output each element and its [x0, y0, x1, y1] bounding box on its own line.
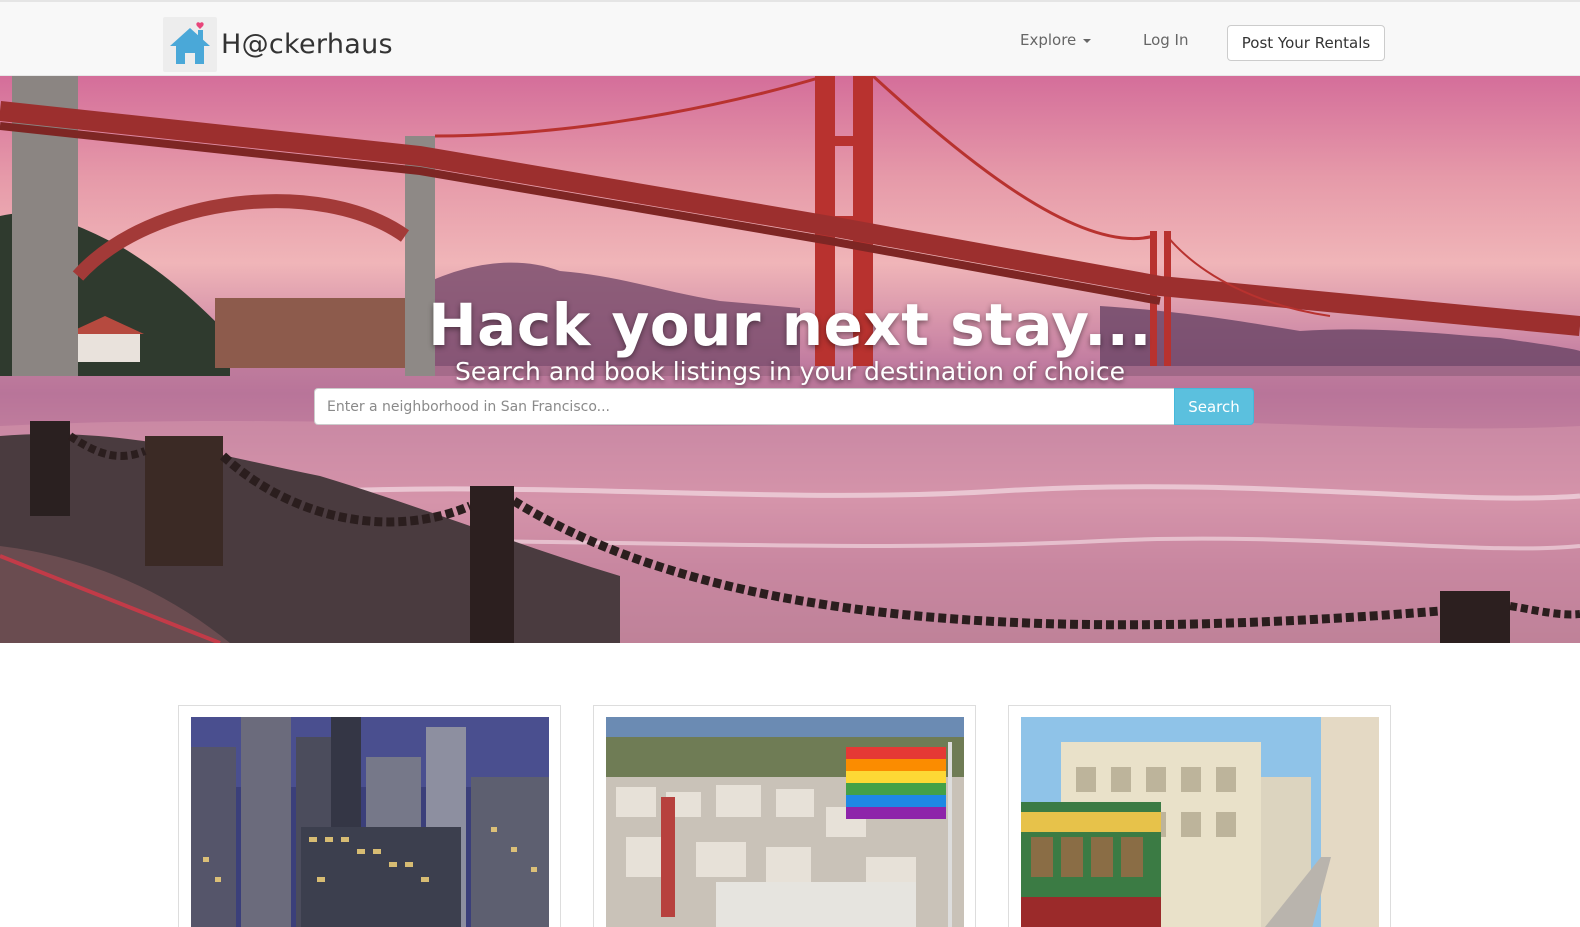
navbar: H@ckerhaus Explore Log In Post Your Rent… [0, 2, 1580, 76]
brand-link[interactable]: H@ckerhaus [163, 17, 393, 72]
neighborhood-card[interactable] [593, 705, 976, 927]
post-rentals-button[interactable]: Post Your Rentals [1227, 25, 1385, 61]
hero-subtitle: Search and book listings in your destina… [455, 357, 1125, 386]
login-link[interactable]: Log In [1143, 31, 1189, 49]
search-button[interactable]: Search [1174, 388, 1254, 425]
hero-title: Hack your next stay... [428, 291, 1152, 359]
hero-banner: Hack your next stay... Search and book l… [0, 76, 1580, 643]
cable-car-street-photo [1021, 717, 1379, 927]
neighborhood-search-input[interactable] [314, 388, 1174, 425]
house-heart-icon [163, 17, 217, 72]
neighborhood-card[interactable] [1008, 705, 1391, 927]
explore-dropdown[interactable]: Explore [1020, 31, 1092, 49]
brand-name: H@ckerhaus [221, 29, 393, 60]
caret-down-icon [1083, 39, 1092, 43]
castro-rainbow-flag-photo [606, 717, 964, 927]
explore-label: Explore [1020, 31, 1077, 49]
downtown-skyline-photo [191, 717, 549, 927]
neighborhood-card[interactable] [178, 705, 561, 927]
